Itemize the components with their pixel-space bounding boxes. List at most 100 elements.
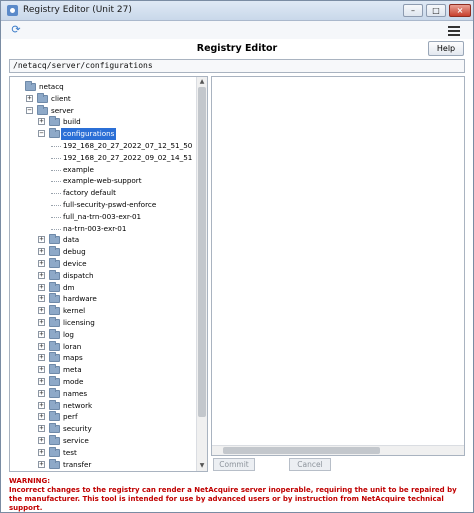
menu-icon[interactable] (448, 26, 460, 36)
tree-item-label: network (63, 400, 93, 410)
tree-item-label: full-security-pswd-enforce (63, 200, 157, 209)
folder-icon (49, 387, 60, 398)
tree-item-label: client (51, 93, 71, 103)
scroll-up-icon[interactable]: ▲ (197, 77, 207, 87)
folder-icon (49, 411, 60, 422)
folder-icon (49, 340, 60, 351)
expand-icon[interactable]: + (38, 236, 45, 244)
collapse-icon[interactable]: − (26, 106, 33, 114)
expand-icon[interactable]: + (38, 389, 45, 397)
folder-icon (49, 364, 60, 375)
title-bar[interactable]: Registry Editor (Unit 27) – □ × (1, 1, 473, 21)
folder-icon (49, 423, 60, 434)
close-button[interactable]: × (449, 4, 471, 17)
expand-icon[interactable]: + (26, 94, 33, 102)
tree-scroll-thumb[interactable] (198, 87, 206, 417)
tree-item-label: 192_168_20_27_2022_07_12_51_50 (63, 141, 193, 150)
value-panel[interactable] (211, 76, 465, 456)
warning-text: Incorrect changes to the registry can re… (9, 486, 457, 512)
tree-item-label: dispatch (63, 270, 94, 280)
registry-path-field[interactable]: /netacq/server/configurations (9, 59, 465, 73)
folder-icon (49, 246, 60, 257)
tree-item-label: 192_168_20_27_2022_09_02_14_51 (63, 152, 193, 162)
tree-item-label: build (63, 117, 81, 127)
expand-icon[interactable]: + (38, 271, 45, 279)
collapse-icon[interactable]: − (38, 130, 45, 138)
toolbar: ⟳ (1, 21, 473, 39)
tree-connector (51, 157, 61, 159)
tree-item-label: full_na-trn-003-exr-01 (63, 211, 142, 221)
cancel-button[interactable]: Cancel (289, 458, 331, 471)
tree-item-label: data (63, 235, 80, 245)
expand-icon[interactable]: + (38, 366, 45, 374)
expand-icon[interactable]: + (38, 319, 45, 326)
folder-icon (49, 317, 60, 327)
expand-icon[interactable]: + (38, 295, 45, 303)
tree-scrollbar[interactable]: ▲ ▼ (196, 77, 207, 471)
folder-icon (49, 305, 60, 316)
folder-icon (49, 269, 60, 280)
tree-item-label: log (63, 329, 74, 339)
folder-icon (49, 376, 60, 386)
refresh-icon[interactable]: ⟳ (10, 24, 22, 36)
expand-icon[interactable]: + (38, 354, 45, 362)
tree-connector (51, 169, 61, 171)
tree-item-label: factory default (63, 188, 116, 198)
tree-item-label: mode (63, 377, 84, 386)
tree-item-label: licensing (63, 318, 95, 327)
tree-item-label: hardware (63, 294, 97, 304)
tree-connector (51, 216, 61, 218)
help-button[interactable]: Help (428, 41, 464, 56)
registry-tree[interactable]: netacq + client − server + build − configuration… (9, 76, 208, 472)
tree-connector (51, 146, 61, 147)
expand-icon[interactable]: + (38, 413, 45, 421)
expand-icon[interactable]: + (38, 307, 45, 315)
window-title: Registry Editor (Unit 27) (23, 5, 132, 15)
folder-icon (49, 458, 60, 469)
folder-icon (49, 116, 60, 127)
expand-icon[interactable]: + (38, 342, 45, 350)
folder-icon (49, 293, 60, 304)
tree-connector (51, 193, 61, 195)
folder-icon (37, 92, 48, 103)
folder-icon (49, 281, 60, 292)
minimize-button[interactable]: – (403, 4, 423, 17)
value-scroll-thumb[interactable] (223, 447, 380, 454)
tree-item-label: debug (63, 247, 86, 257)
tree-item-label: na-trn-003-exr-01 (63, 223, 127, 233)
expand-icon[interactable]: + (38, 425, 45, 433)
tree-connector (51, 228, 61, 230)
maximize-button[interactable]: □ (426, 4, 446, 17)
tree-item-label: kernel (63, 306, 86, 316)
folder-icon (49, 446, 60, 457)
expand-icon[interactable]: + (38, 437, 45, 444)
expand-icon[interactable]: + (38, 283, 45, 291)
tree-item-label: meta (63, 365, 82, 375)
expand-icon[interactable]: + (38, 118, 45, 126)
tree-item-label: device (63, 259, 87, 268)
app-icon (7, 5, 18, 16)
scroll-down-icon[interactable]: ▼ (197, 461, 207, 471)
tree-item-label: security (63, 424, 92, 434)
tree-item-label: maps (63, 353, 83, 363)
expand-icon[interactable]: + (38, 378, 45, 385)
registry-editor-window: Registry Editor (Unit 27) – □ × ⟳ Regist… (0, 0, 474, 513)
folder-icon (49, 435, 60, 445)
commit-button[interactable]: Commit (213, 458, 255, 471)
tree-item-label: server (51, 105, 74, 115)
expand-icon[interactable]: + (38, 460, 45, 468)
folder-icon (49, 128, 60, 139)
tree-item-label: configurations (61, 128, 117, 141)
expand-icon[interactable]: + (38, 448, 45, 456)
expand-icon[interactable]: + (38, 260, 45, 267)
expand-icon[interactable]: + (38, 401, 45, 409)
folder-icon (49, 328, 60, 339)
value-horizontal-scrollbar[interactable] (212, 445, 464, 455)
folder-icon (37, 104, 48, 115)
tree-item-label: test (63, 447, 77, 457)
expand-icon[interactable]: + (38, 248, 45, 256)
folder-icon (25, 81, 36, 91)
expand-icon[interactable]: + (38, 330, 45, 338)
folder-icon (49, 399, 60, 410)
folder-icon (49, 352, 60, 363)
